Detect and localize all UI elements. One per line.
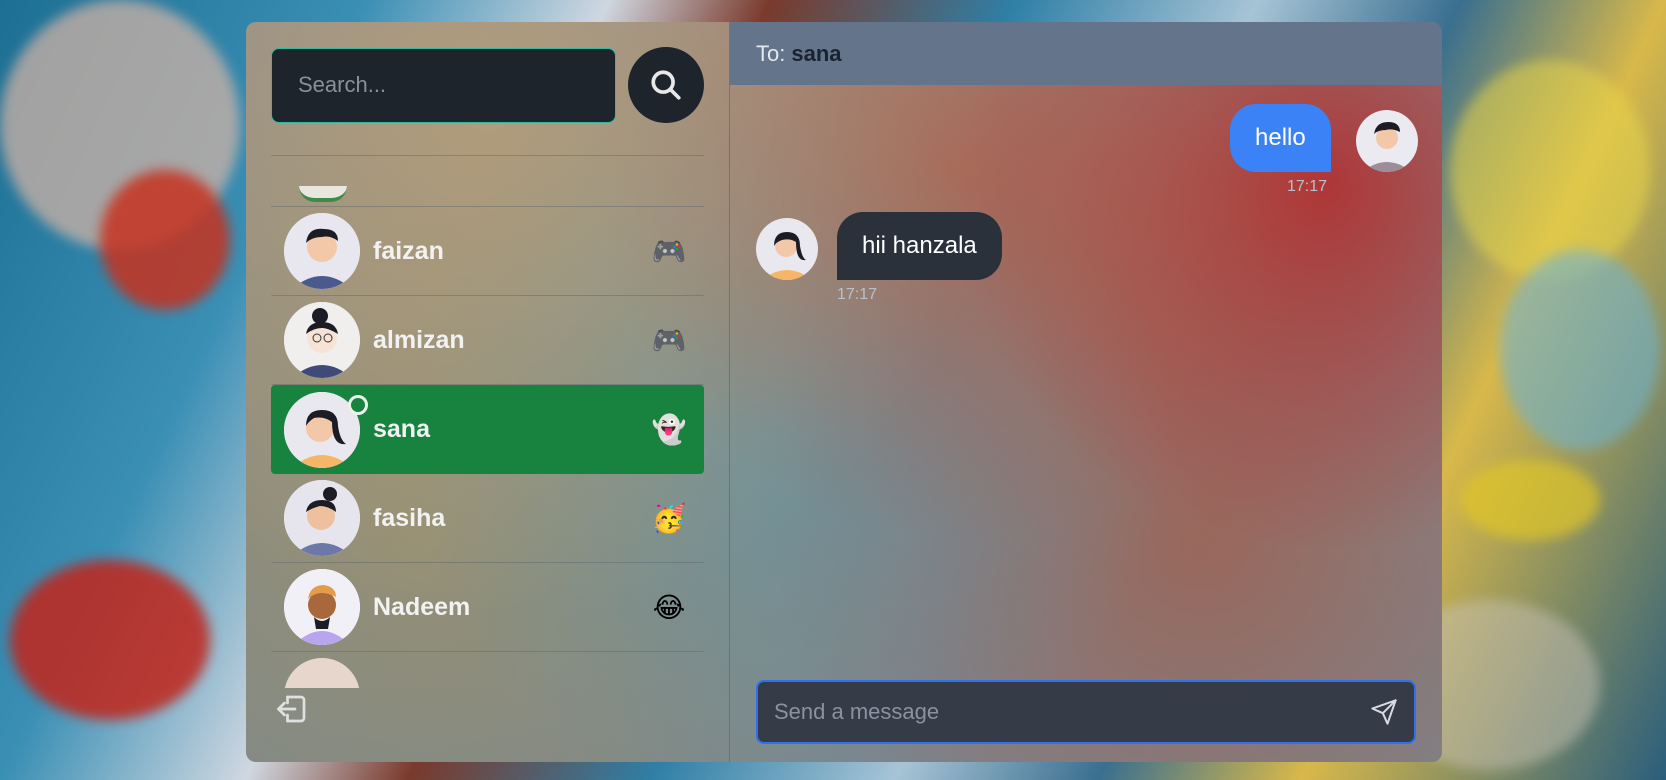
message-text: hii hanzala (862, 232, 977, 259)
message-input-box (756, 680, 1416, 744)
message-time: 17:17 (1287, 178, 1328, 195)
contact-item-active[interactable]: sana 👻 (271, 385, 704, 474)
contact-item[interactable]: almizan 🎮 (271, 296, 704, 385)
recipient-name: sana (791, 40, 842, 66)
avatar (284, 213, 360, 289)
contact-name: sana (373, 415, 430, 443)
sidebar: faizan 🎮 almizan 🎮 sana 👻 (246, 22, 730, 762)
chat-panel: To: sana hello 17:17 hii hanzala 17:17 (730, 22, 1442, 762)
send-icon (1371, 699, 1397, 725)
contact-list: faizan 🎮 almizan 🎮 sana 👻 fasiha 🥳 Nadee… (271, 156, 704, 688)
logout-icon (277, 695, 306, 723)
avatar (284, 569, 360, 645)
game-controller-icon: 🎮 (651, 235, 687, 267)
logout-button[interactable] (274, 691, 310, 727)
chat-header: To: sana (730, 22, 1442, 85)
send-button[interactable] (1354, 682, 1414, 742)
search-button[interactable] (628, 47, 704, 123)
avatar (756, 218, 818, 280)
search-icon (651, 70, 681, 100)
contact-partial-top (271, 156, 704, 207)
contact-item[interactable]: fasiha 🥳 (271, 474, 704, 563)
contact-partial-bottom (271, 652, 704, 688)
avatar (284, 480, 360, 556)
search-row (271, 47, 704, 123)
avatar (284, 302, 360, 378)
ghost-icon: 👻 (651, 414, 687, 445)
contact-name: Nadeem (373, 592, 471, 621)
game-controller-icon: 🎮 (651, 324, 687, 356)
party-face-icon: 🥳 (651, 502, 687, 534)
contact-item[interactable]: Nadeem 😂 (271, 563, 704, 652)
contact-name: almizan (373, 325, 465, 354)
search-input[interactable] (271, 47, 617, 123)
contact-item[interactable]: faizan 🎮 (271, 207, 704, 296)
contact-name: faizan (373, 236, 444, 265)
chat-app-window: faizan 🎮 almizan 🎮 sana 👻 (246, 22, 1442, 762)
message-bubble-outgoing: hello (1230, 104, 1331, 172)
online-status-dot (348, 394, 368, 415)
contact-name: fasiha (373, 503, 446, 532)
avatar (1356, 110, 1418, 172)
to-label: To: (756, 40, 786, 66)
message-text: hello (1255, 124, 1306, 151)
message-time: 17:17 (837, 286, 878, 303)
message-bubble-incoming: hii hanzala (837, 212, 1002, 280)
message-input[interactable] (758, 698, 1354, 726)
laughing-face-icon: 😂 (652, 591, 686, 623)
